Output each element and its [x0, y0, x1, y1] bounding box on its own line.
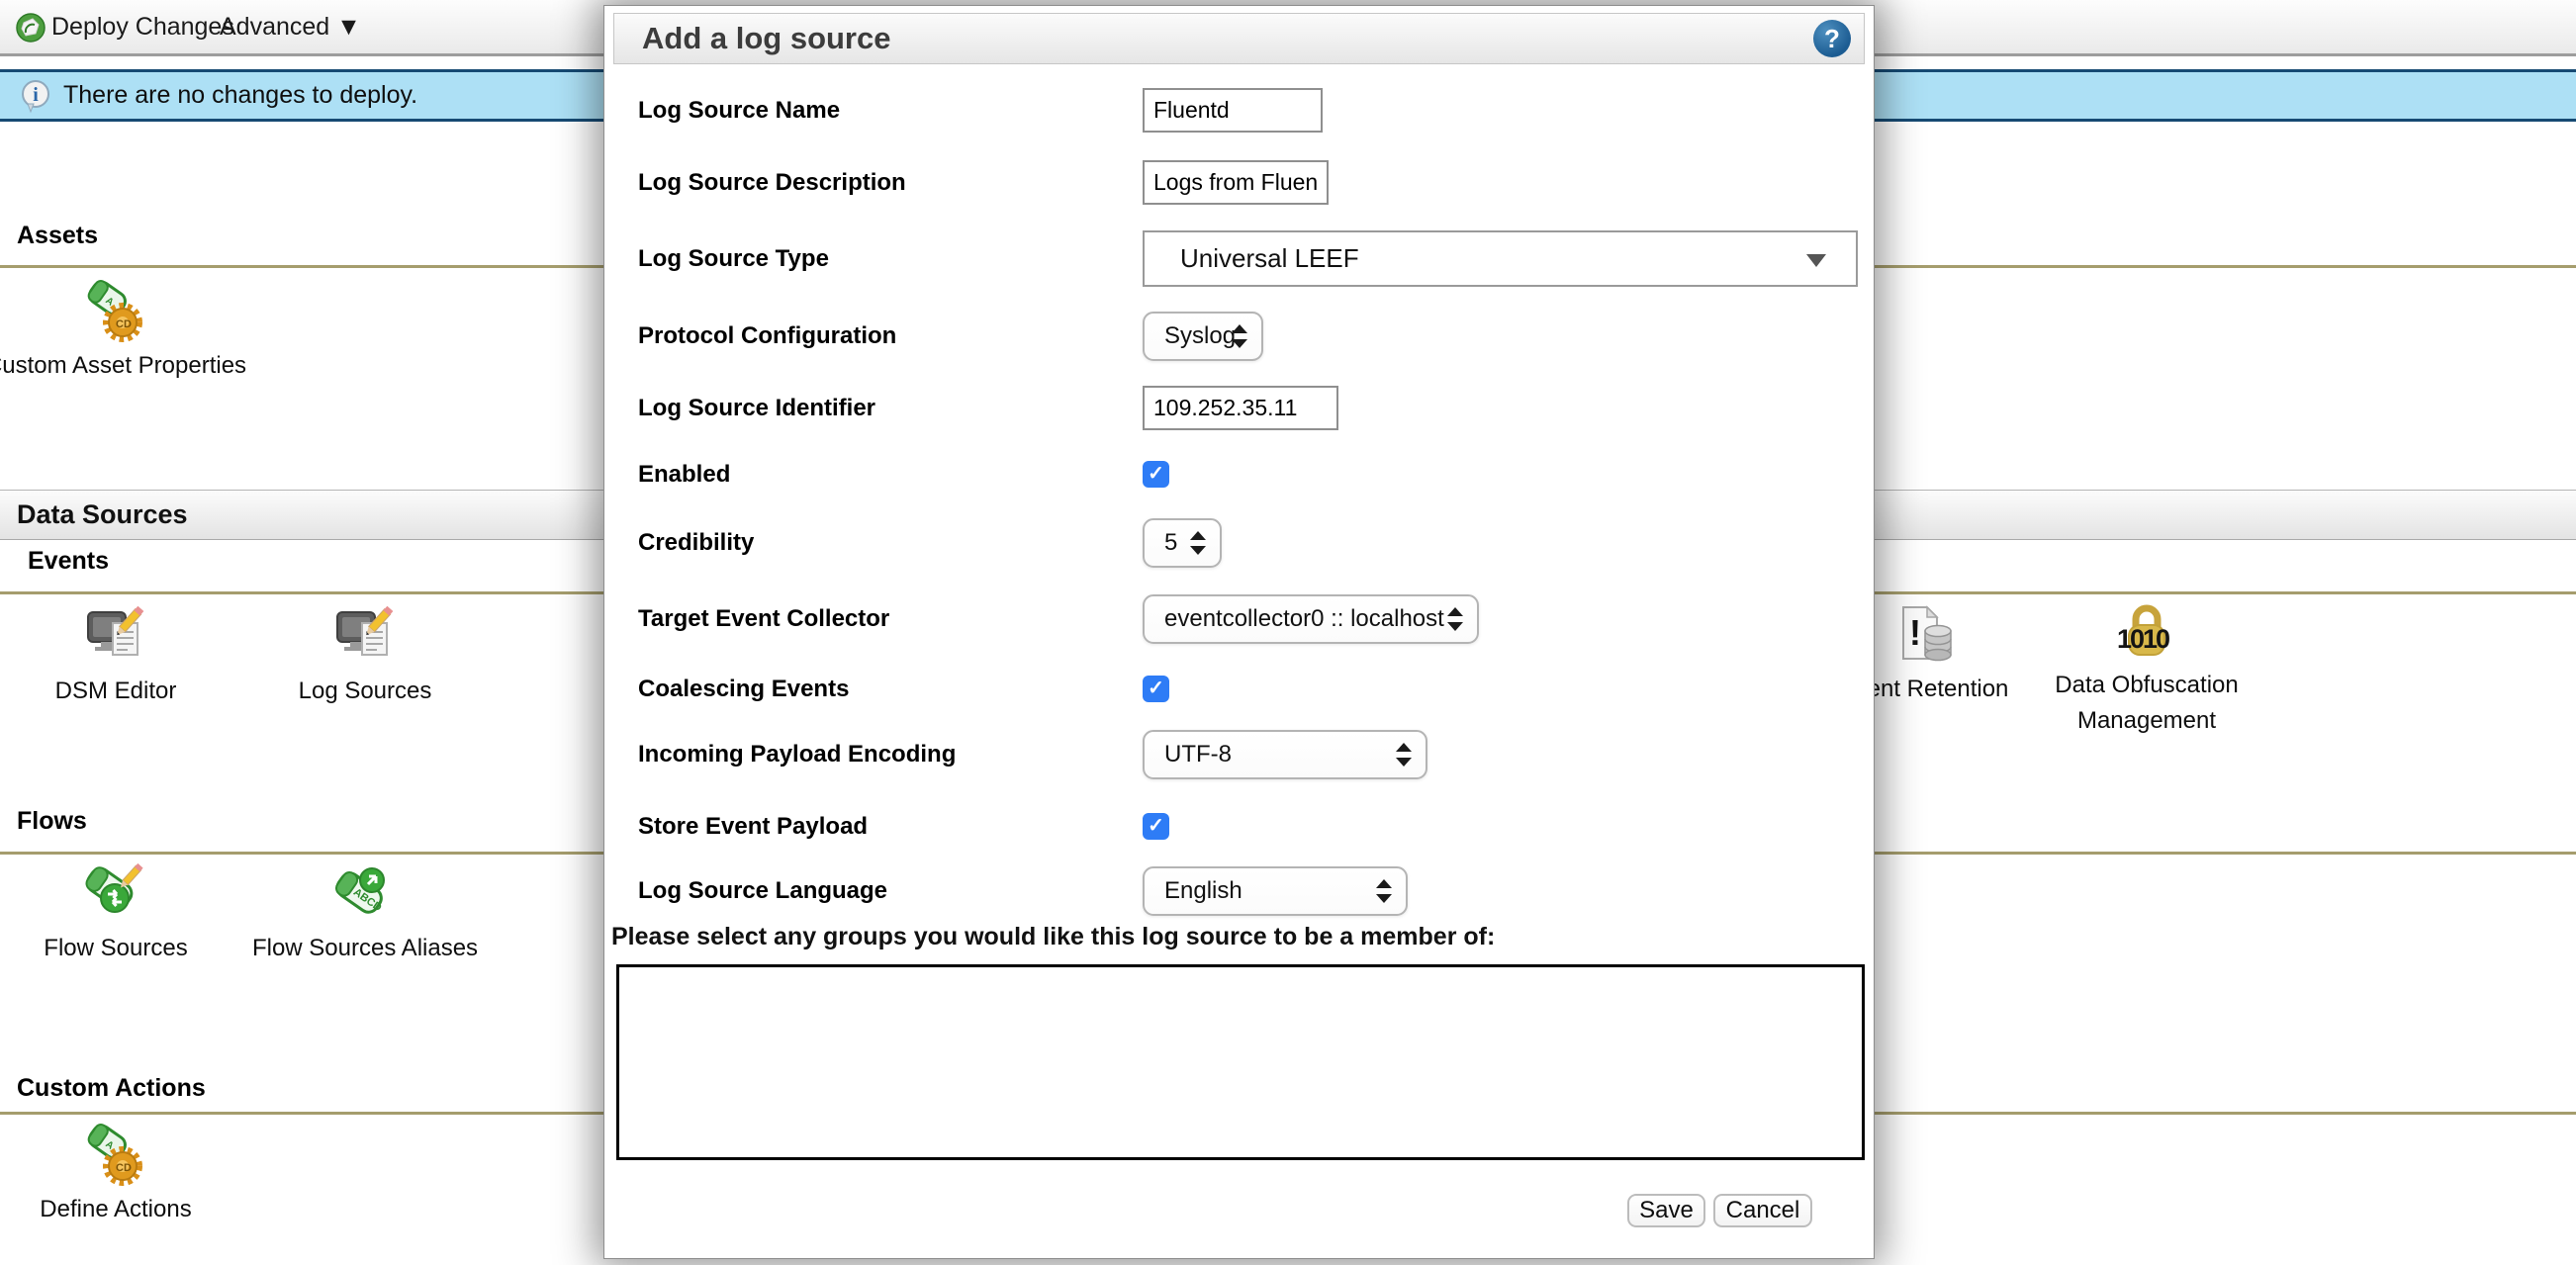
- select-stepper-icon: [1396, 742, 1412, 768]
- target-event-collector-select[interactable]: eventcollector0 :: localhost: [1143, 594, 1479, 644]
- enabled-label: Enabled: [638, 461, 1123, 488]
- log-source-language-value: English: [1164, 868, 1242, 914]
- tile-flow-sources[interactable]: Flow Sources: [0, 862, 231, 971]
- coalescing-events-label: Coalescing Events: [638, 676, 1123, 702]
- log-source-identifier-label: Log Source Identifier: [638, 386, 1123, 430]
- svg-text:i: i: [33, 84, 39, 106]
- log-source-type-label: Log Source Type: [638, 230, 1123, 287]
- advanced-menu-button[interactable]: Advanced ▼: [220, 0, 361, 53]
- tile-flow-sources-aliases[interactable]: ABCD Flow Sources Aliases: [249, 862, 481, 971]
- section-header-assets: Assets: [17, 222, 98, 250]
- tile-label: Data Obfuscation: [2055, 672, 2238, 699]
- coalescing-events-checkbox[interactable]: ✓: [1143, 676, 1169, 702]
- check-icon: ✓: [1143, 676, 1169, 702]
- log-source-language-select[interactable]: English: [1143, 866, 1408, 916]
- info-banner-message: There are no changes to deploy.: [63, 72, 417, 119]
- credibility-value: 5: [1164, 520, 1177, 566]
- select-stepper-icon: [1376, 878, 1392, 904]
- svg-text:CD: CD: [116, 1162, 132, 1174]
- tile-log-sources[interactable]: Log Sources: [249, 605, 481, 714]
- deploy-changes-button[interactable]: Deploy Changes: [51, 0, 234, 53]
- tile-label: Flow Sources Aliases: [252, 935, 478, 962]
- store-event-payload-checkbox[interactable]: ✓: [1143, 813, 1169, 840]
- protocol-configuration-select[interactable]: Syslog: [1143, 312, 1263, 361]
- tile-label: Define Actions: [40, 1196, 191, 1223]
- incoming-payload-encoding-select[interactable]: UTF-8: [1143, 730, 1427, 779]
- chevron-down-icon: [1806, 254, 1826, 267]
- protocol-configuration-value: Syslog: [1164, 314, 1236, 359]
- store-event-payload-label: Store Event Payload: [638, 813, 1123, 840]
- tile-label: Log Sources: [299, 678, 432, 705]
- tile-dsm-editor[interactable]: DSM Editor: [0, 605, 231, 714]
- section-header-data-sources: Data Sources: [17, 491, 188, 539]
- log-source-name-input[interactable]: [1143, 88, 1323, 133]
- dialog-title-bar: Add a log source: [613, 13, 1865, 64]
- monitor-pencil-icon: [83, 605, 148, 671]
- tile-label: Flow Sources: [44, 935, 187, 962]
- info-icon: i: [18, 78, 53, 114]
- log-source-description-input[interactable]: [1143, 160, 1329, 205]
- log-source-type-dropdown[interactable]: Universal LEEF: [1143, 230, 1858, 287]
- select-stepper-icon: [1232, 323, 1247, 349]
- save-button[interactable]: Save: [1627, 1194, 1705, 1227]
- incoming-payload-encoding-label: Incoming Payload Encoding: [638, 730, 1123, 779]
- check-icon: ✓: [1143, 813, 1169, 840]
- money-gear-icon: A CD: [83, 280, 148, 345]
- select-stepper-icon: [1447, 606, 1463, 632]
- help-icon[interactable]: ?: [1813, 20, 1851, 57]
- check-icon: ✓: [1143, 461, 1169, 488]
- tile-label-line2: Management: [2077, 707, 2216, 735]
- tile-label: Custom Asset Properties: [0, 352, 246, 380]
- log-source-name-label: Log Source Name: [638, 88, 1123, 133]
- enabled-checkbox[interactable]: ✓: [1143, 461, 1169, 488]
- groups-prompt: Please select any groups you would like …: [611, 923, 1495, 951]
- svg-text:CD: CD: [116, 318, 132, 330]
- svg-text:!: !: [1909, 612, 1921, 653]
- log-source-type-value: Universal LEEF: [1180, 232, 1359, 285]
- groups-selection-box[interactable]: [616, 964, 1865, 1160]
- cancel-button[interactable]: Cancel: [1713, 1194, 1812, 1227]
- credibility-label: Credibility: [638, 518, 1123, 568]
- money-gear-icon: A CD: [83, 1124, 148, 1189]
- tile-data-obfuscation-management[interactable]: 1010 Data Obfuscation Management: [2031, 599, 2262, 748]
- money-arrows-pencil-icon: [83, 862, 148, 928]
- target-event-collector-label: Target Event Collector: [638, 594, 1123, 644]
- section-header-flows: Flows: [17, 807, 87, 836]
- credibility-select[interactable]: 5: [1143, 518, 1222, 568]
- log-source-identifier-input[interactable]: [1143, 386, 1338, 430]
- tile-custom-asset-properties[interactable]: A CD Custom Asset Properties: [0, 280, 231, 389]
- log-source-description-label: Log Source Description: [638, 160, 1123, 205]
- log-source-language-label: Log Source Language: [638, 866, 1123, 916]
- tile-label: DSM Editor: [55, 678, 177, 705]
- protocol-configuration-label: Protocol Configuration: [638, 312, 1123, 361]
- padlock-1010-icon: 1010: [2114, 599, 2179, 665]
- document-database-icon: !: [1891, 603, 1957, 669]
- deploy-changes-icon: [16, 13, 46, 43]
- tile-define-actions[interactable]: A CD Define Actions: [0, 1124, 231, 1232]
- dialog-title: Add a log source: [642, 14, 890, 63]
- monitor-pencil-icon: [332, 605, 398, 671]
- incoming-payload-encoding-value: UTF-8: [1164, 732, 1232, 777]
- target-event-collector-value: eventcollector0 :: localhost: [1164, 596, 1444, 642]
- section-header-events: Events: [28, 547, 109, 576]
- select-stepper-icon: [1190, 530, 1206, 556]
- money-abcd-arrow-icon: ABCD: [332, 862, 398, 928]
- svg-text:1010: 1010: [2117, 624, 2169, 654]
- section-header-custom-actions: Custom Actions: [17, 1074, 206, 1103]
